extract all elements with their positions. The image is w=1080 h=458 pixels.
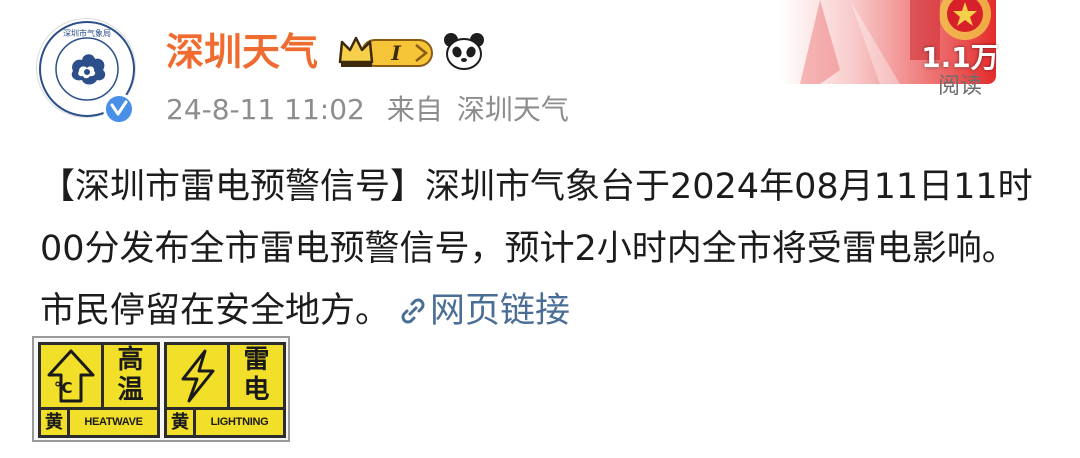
signal-english: LIGHTNING bbox=[196, 410, 283, 435]
post-meta: 24-8-11 11:02 来自 深圳天气 bbox=[166, 90, 569, 130]
lightning-signal: 雷 电 黄 LIGHTNING bbox=[164, 342, 286, 438]
source-label: 来自 bbox=[386, 93, 443, 126]
web-link[interactable]: 网页链接 bbox=[390, 291, 570, 331]
avatar-caption: 深圳市气象局 bbox=[63, 28, 111, 38]
signal-level: 黄 bbox=[41, 410, 67, 435]
link-icon bbox=[401, 298, 425, 324]
read-count: 1.1万 bbox=[921, 41, 999, 74]
read-label: 阅读 bbox=[937, 74, 982, 99]
heatwave-signal: °C 高 温 黄 HEATWAVE bbox=[38, 342, 160, 438]
signal-english: HEATWAVE bbox=[70, 410, 157, 435]
panda-icon bbox=[444, 33, 484, 70]
source-name[interactable]: 深圳天气 bbox=[457, 93, 569, 126]
verified-badge-icon bbox=[103, 93, 135, 125]
signal-name: 雷 电 bbox=[230, 345, 283, 407]
post-date: 24-8-11 11:02 bbox=[166, 93, 365, 126]
vip-crown-badge-icon[interactable]: I bbox=[336, 32, 436, 72]
vip-level: I bbox=[390, 41, 401, 65]
post-body: 【深圳市雷电预警信号】深圳市气象台于2024年08月11日11时00分发布全市雷… bbox=[40, 156, 1050, 342]
weibo-post-card: 深圳市气象局 深圳天气 I 24-8-11 11:02 来自 深圳天气 1.1万… bbox=[0, 0, 1080, 458]
celsius-symbol: °C bbox=[54, 379, 73, 397]
heatwave-pic: °C bbox=[41, 345, 101, 407]
thermometer-arrow-icon bbox=[47, 349, 95, 403]
username[interactable]: 深圳天气 bbox=[166, 26, 318, 78]
warning-signals-image[interactable]: °C 高 温 黄 HEATWAVE 雷 电 黄 LIGHTNING bbox=[32, 336, 290, 442]
lightning-pic bbox=[167, 345, 227, 407]
signal-level: 黄 bbox=[167, 410, 193, 435]
lightning-bolt-icon bbox=[181, 349, 215, 403]
signal-name: 高 温 bbox=[104, 345, 157, 407]
web-link-label: 网页链接 bbox=[430, 291, 571, 331]
